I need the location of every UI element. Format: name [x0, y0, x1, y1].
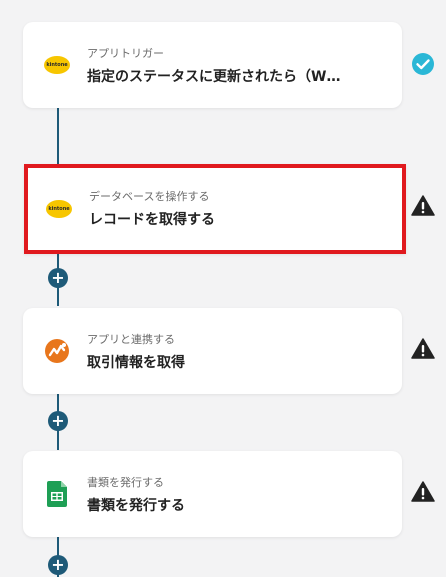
flow-connector	[57, 108, 59, 168]
kintone-logo: kintone	[43, 51, 71, 79]
add-step-button[interactable]: +	[48, 268, 68, 288]
flow-step-get-transaction[interactable]: アプリと連携する 取引情報を取得	[23, 308, 402, 394]
freee-logo	[43, 337, 71, 365]
step-title: 指定のステータスに更新されたら（W…	[87, 69, 341, 85]
flow-step-trigger[interactable]: kintone アプリトリガー 指定のステータスに更新されたら（W…	[23, 22, 402, 108]
step-title: 書類を発行する	[87, 498, 185, 514]
warning-icon	[411, 481, 435, 502]
flow-step-get-record[interactable]: kintone データベースを操作する レコードを取得する	[24, 164, 406, 254]
google-sheets-logo-mark	[47, 481, 67, 507]
step-kicker: アプリと連携する	[87, 333, 175, 346]
step-kicker: 書類を発行する	[87, 476, 164, 489]
freee-logo-mark	[45, 339, 69, 363]
step-kicker: データベースを操作する	[89, 190, 210, 203]
kintone-logo: kintone	[45, 195, 73, 223]
check-circle-icon	[412, 53, 434, 75]
google-sheets-logo	[43, 480, 71, 508]
warning-icon	[411, 195, 435, 216]
flow-step-issue-document[interactable]: 書類を発行する 書類を発行する	[23, 451, 402, 537]
step-title: 取引情報を取得	[87, 355, 185, 371]
step-title: レコードを取得する	[89, 212, 215, 228]
warning-icon	[411, 338, 435, 359]
add-step-button[interactable]: +	[48, 555, 68, 575]
step-kicker: アプリトリガー	[87, 47, 164, 60]
add-step-button[interactable]: +	[48, 411, 68, 431]
